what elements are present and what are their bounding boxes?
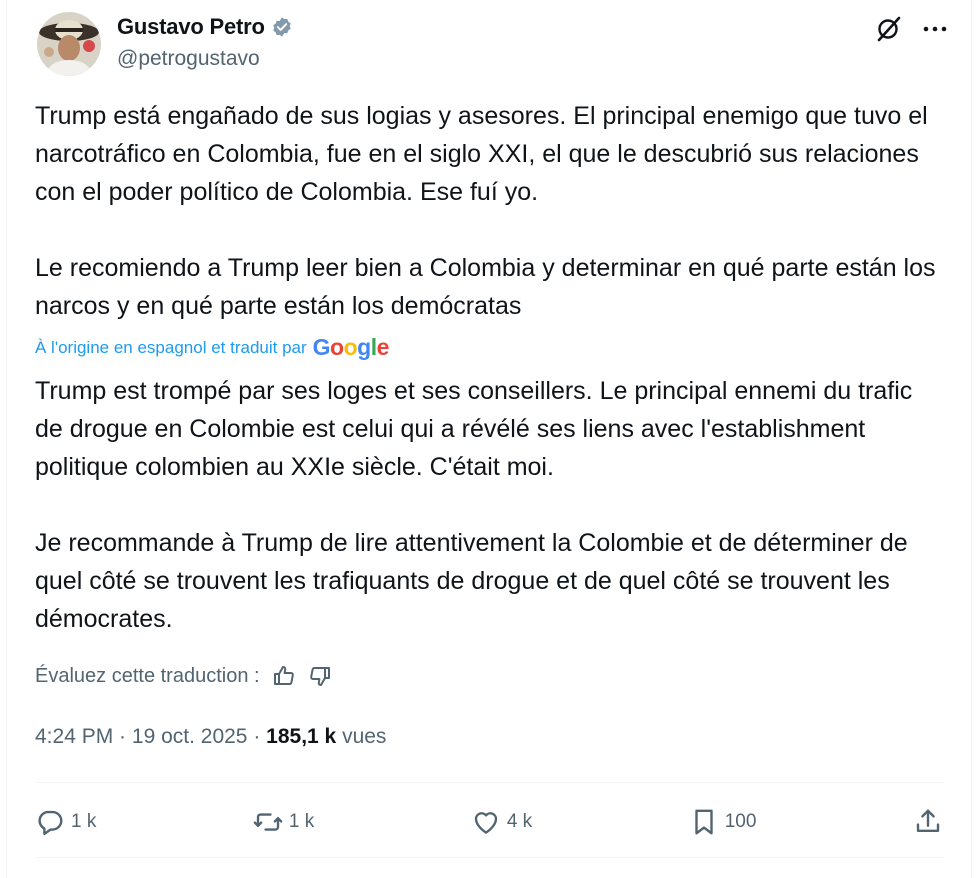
meta-separator: · [247,725,267,748]
tweet-meta: 4:24 PM · 19 oct. 2025 · 185,1 k vues [35,725,386,749]
more-options-icon[interactable] [921,15,949,43]
reply-count: 1 k [71,811,97,832]
tweet-date[interactable]: 19 oct. 2025 [132,725,248,748]
tweet-card: Gustavo Petro @petrogustavo Trump está e… [6,0,972,878]
thumbs-down-icon[interactable] [308,664,332,688]
rate-translation-label: Évaluez cette traduction : [35,664,260,687]
repost-count: 1 k [288,811,315,832]
author-name-row: Gustavo Petro [117,14,293,40]
translation-attribution: À l'origine en espagnol et traduit par G… [35,334,389,361]
share-icon [916,809,940,832]
views-label: vues [336,725,387,748]
share-button[interactable] [913,807,943,837]
author-handle[interactable]: @petrogustavo [117,47,260,71]
meta-separator: · [113,725,132,748]
bookmark-button[interactable]: 100 [689,807,757,837]
thumbs-up-icon[interactable] [272,664,296,688]
translation-attribution-label: À l'origine en espagnol et traduit par [35,337,307,357]
grok-icon[interactable] [873,14,903,44]
reply-button[interactable]: 1 k [35,807,96,837]
views-count: 185,1 k [266,725,337,748]
divider-top [35,782,943,783]
heart-icon [474,812,497,834]
like-button[interactable]: 4 k [471,807,532,837]
repost-icon [253,813,283,831]
divider-bottom [35,857,943,858]
verified-badge-icon [271,16,293,38]
tweet-text: Trump está engañado de sus logias y ases… [35,102,936,320]
reply-icon [38,810,63,836]
bookmark-count: 100 [724,811,757,832]
translated-text: Trump est trompé par ses loges et ses co… [35,377,913,633]
google-logo[interactable]: Google [313,334,390,361]
rate-translation-row: Évaluez cette traduction : [35,664,332,688]
tweet-top-actions [873,14,949,44]
tweet-time[interactable]: 4:24 PM [35,725,113,748]
like-count: 4 k [506,811,533,832]
engagement-bar: 1 k 1 k 4 k 100 [35,800,943,844]
bookmark-icon [695,809,713,835]
author-name[interactable]: Gustavo Petro [117,14,265,40]
avatar[interactable] [37,12,101,76]
repost-button[interactable]: 1 k [253,807,314,837]
